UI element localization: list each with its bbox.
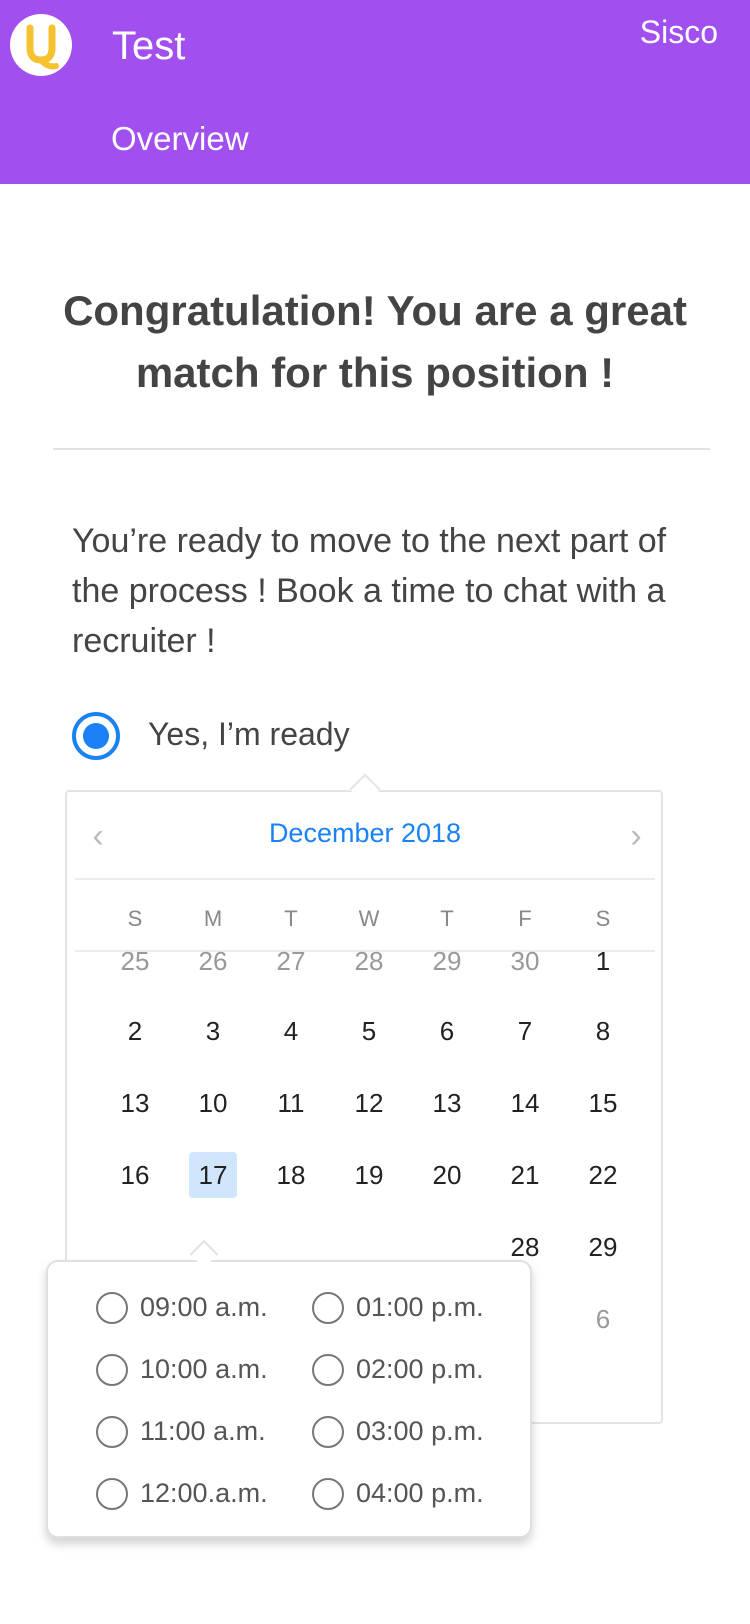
- weekday-label: T: [440, 906, 454, 931]
- calendar-day[interactable]: 29: [417, 938, 477, 984]
- weekday-label: W: [358, 906, 380, 931]
- calendar-day-selected[interactable]: 17: [189, 1152, 237, 1198]
- calendar-day[interactable]: 21: [495, 1152, 555, 1198]
- time-slot-radio[interactable]: [96, 1478, 128, 1510]
- time-slot-popup: 09:00 a.m. 10:00 a.m. 11:00 a.m. 12:00.a.m.…: [46, 1260, 532, 1538]
- weekday-label: M: [203, 906, 223, 931]
- weekday-label: S: [595, 906, 611, 931]
- calendar-day[interactable]: 30: [495, 938, 555, 984]
- time-slot-radio[interactable]: [312, 1478, 344, 1510]
- time-slot-radio[interactable]: [312, 1416, 344, 1448]
- time-slot-radio[interactable]: [96, 1292, 128, 1324]
- ready-radio[interactable]: [72, 712, 120, 760]
- chevron-right-icon[interactable]: ›: [621, 816, 651, 856]
- time-slot-radio[interactable]: [312, 1354, 344, 1386]
- calendar-day[interactable]: 13: [105, 1080, 165, 1126]
- time-slot-label: 12:00.a.m.: [140, 1478, 268, 1508]
- time-slot-label: 11:00 a.m.: [140, 1416, 266, 1446]
- calendar-day[interactable]: 8: [573, 1008, 633, 1054]
- calendar-day[interactable]: 25: [105, 938, 165, 984]
- intro-text: You’re ready to move to the next part of…: [72, 522, 667, 660]
- calendar-day[interactable]: 5: [339, 1008, 399, 1054]
- app-header: Test Sisco Overview: [0, 0, 750, 184]
- calendar-day[interactable]: 1: [573, 938, 633, 984]
- weekday-label: S: [127, 906, 143, 931]
- calendar-day[interactable]: 4: [261, 1008, 321, 1054]
- time-slot-radio[interactable]: [312, 1292, 344, 1324]
- calendar-day[interactable]: 6: [573, 1296, 633, 1342]
- weekday-label: F: [518, 906, 532, 931]
- weekday-label: T: [284, 906, 298, 931]
- calendar-header: ‹ December 2018 ›: [75, 792, 655, 880]
- time-slot-label: 09:00 a.m.: [140, 1292, 268, 1322]
- calendar-day[interactable]: 20: [417, 1152, 477, 1198]
- calendar-day[interactable]: 7: [495, 1008, 555, 1054]
- calendar-day[interactable]: 6: [417, 1008, 477, 1054]
- calendar-day[interactable]: 10: [183, 1080, 243, 1126]
- divider: [53, 448, 710, 450]
- tab-overview[interactable]: Overview: [111, 120, 249, 158]
- calendar-day[interactable]: 16: [105, 1152, 165, 1198]
- calendar-day[interactable]: 26: [183, 938, 243, 984]
- radio-checked-dot: [83, 723, 109, 749]
- calendar-day[interactable]: 12: [339, 1080, 399, 1126]
- calendar-month[interactable]: December 2018: [75, 818, 655, 849]
- calendar-day[interactable]: 2: [105, 1008, 165, 1054]
- calendar-day[interactable]: 27: [261, 938, 321, 984]
- app-logo[interactable]: [10, 14, 72, 76]
- time-slot-label: 02:00 p.m.: [356, 1354, 484, 1384]
- page-headline: Congratulation! You are a great match fo…: [63, 287, 687, 396]
- calendar-day[interactable]: 22: [573, 1152, 633, 1198]
- calendar-day[interactable]: 14: [495, 1080, 555, 1126]
- calendar-day[interactable]: 28: [339, 938, 399, 984]
- ready-label[interactable]: Yes, I’m ready: [148, 716, 350, 753]
- calendar-day[interactable]: 13: [417, 1080, 477, 1126]
- calendar-day[interactable]: 15: [573, 1080, 633, 1126]
- time-slot-radio[interactable]: [96, 1416, 128, 1448]
- calendar-day[interactable]: 29: [573, 1224, 633, 1270]
- time-slot-radio[interactable]: [96, 1354, 128, 1386]
- time-slot-label: 10:00 a.m.: [140, 1354, 268, 1384]
- calendar-day[interactable]: 19: [339, 1152, 399, 1198]
- calendar-day[interactable]: 18: [261, 1152, 321, 1198]
- user-name[interactable]: Sisco: [640, 14, 718, 51]
- time-slot-label: 03:00 p.m.: [356, 1416, 484, 1446]
- calendar-day[interactable]: 3: [183, 1008, 243, 1054]
- time-slot-label: 01:00 p.m.: [356, 1292, 484, 1322]
- time-slot-label: 04:00 p.m.: [356, 1478, 484, 1508]
- u-heart-logo-icon: [26, 24, 59, 70]
- calendar-day[interactable]: 11: [261, 1080, 321, 1126]
- app-title: Test: [112, 24, 186, 68]
